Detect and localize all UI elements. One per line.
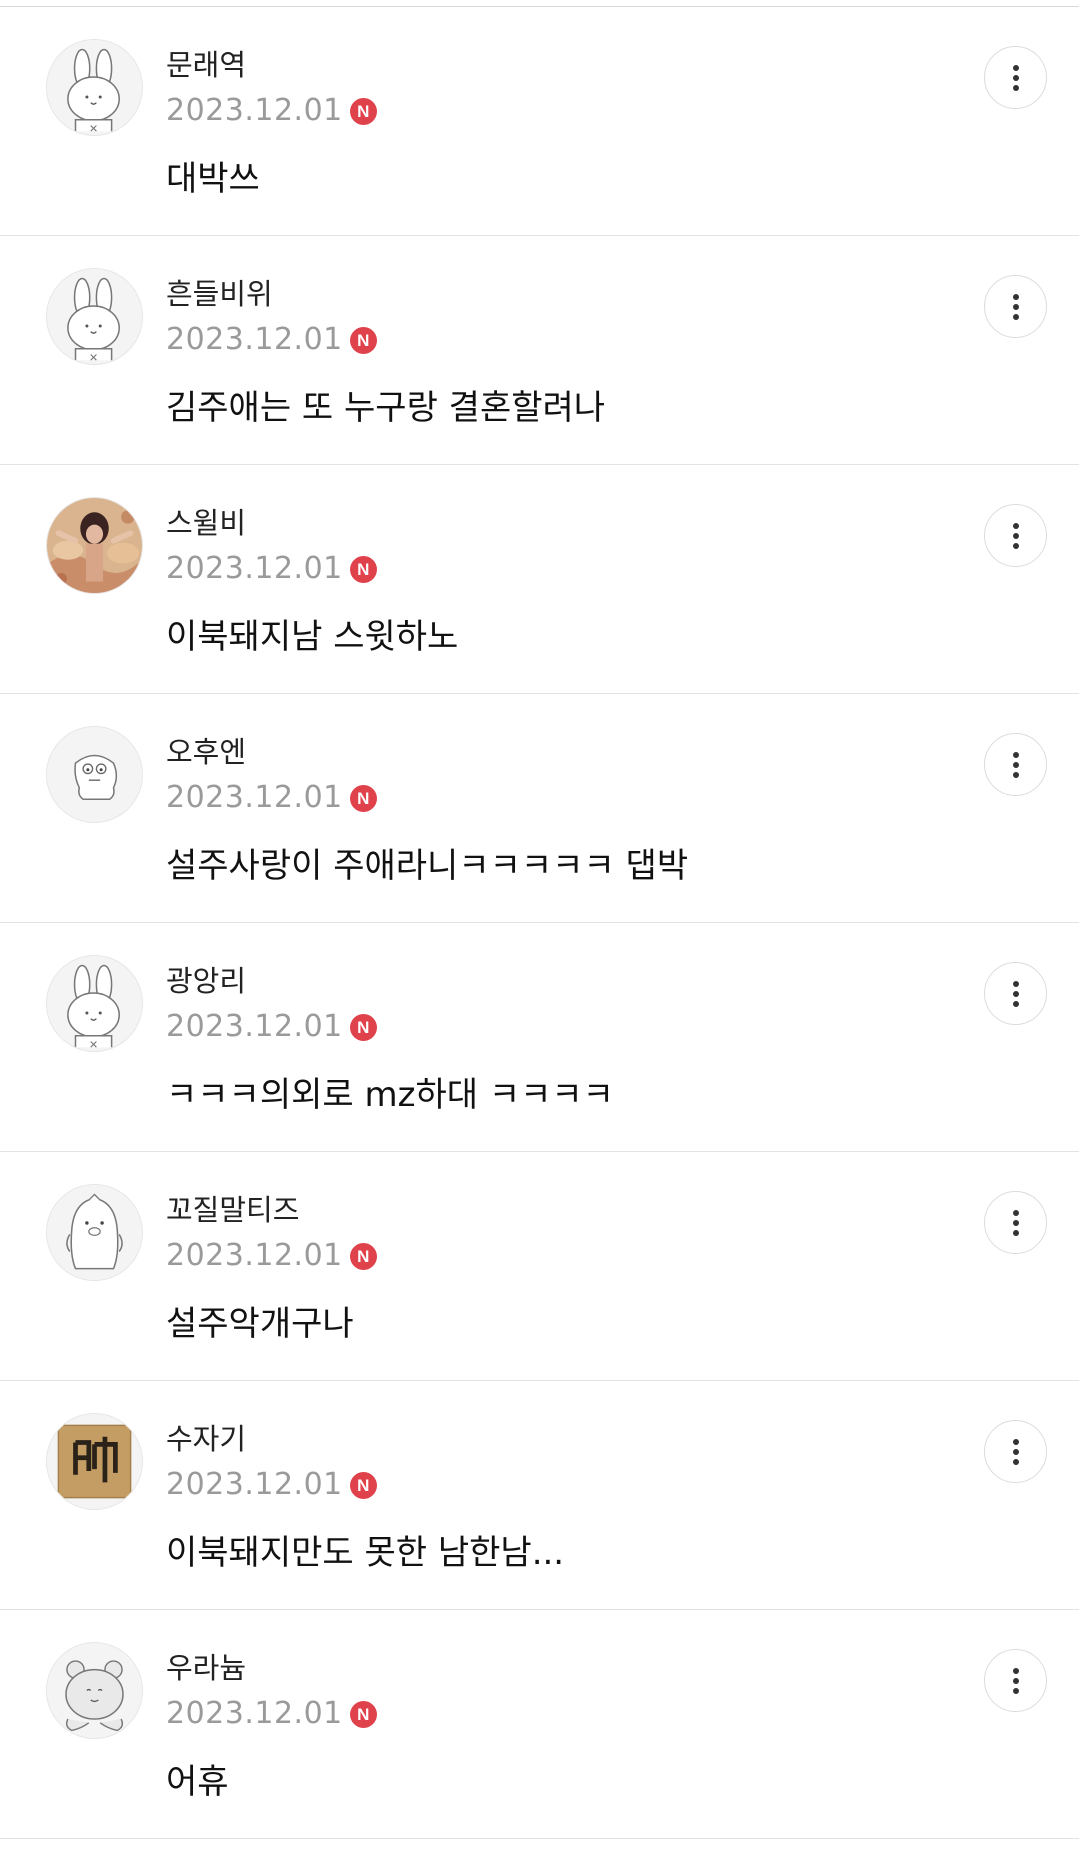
comment-list: 문래역 2023.12.01 N 대박쓰 흔들비위 2023.12.01 N 김…: [0, 6, 1079, 1872]
flag-avatar-icon[interactable]: [46, 1413, 143, 1510]
comment-item: 스윌비 2023.12.01 N 이북돼지남 스윗하노: [0, 465, 1079, 694]
comment-item: 꼬질말티즈 2023.12.01 N 설주악개구나: [0, 1152, 1079, 1381]
comment-meta: 2023.12.01 N: [166, 1467, 377, 1503]
comment-text: 어휴: [166, 1762, 229, 1802]
comment-item: 흔들비위 2023.12.01 N 김주애는 또 누구랑 결혼할려나: [0, 236, 1079, 465]
photo-avatar-icon[interactable]: [46, 497, 143, 594]
more-vertical-icon: [1012, 64, 1019, 91]
comment-date: 2023.12.01: [166, 322, 343, 357]
new-badge-icon: N: [349, 1013, 377, 1041]
more-vertical-icon: [1012, 293, 1019, 320]
new-badge-icon: N: [349, 1242, 377, 1270]
rabbit-avatar-icon[interactable]: [46, 268, 143, 365]
more-vertical-icon: [1012, 522, 1019, 549]
comment-text: 대박쓰: [166, 159, 260, 199]
rabbit-avatar-icon[interactable]: [46, 955, 143, 1052]
comment-item: 광앙리 2023.12.01 N ㅋㅋㅋ의외로 mz하대 ㅋㅋㅋㅋ: [0, 923, 1079, 1152]
more-vertical-icon: [1012, 1209, 1019, 1236]
comment-nickname[interactable]: 수자기: [166, 1421, 246, 1457]
comment-meta: 2023.12.01 N: [166, 551, 377, 587]
more-options-button[interactable]: [984, 46, 1047, 109]
new-badge-icon: N: [349, 1471, 377, 1499]
more-vertical-icon: [1012, 1438, 1019, 1465]
more-options-button[interactable]: [984, 962, 1047, 1025]
comment-nickname[interactable]: 꼬질말티즈: [166, 1192, 299, 1228]
bear-avatar-icon[interactable]: [46, 1642, 143, 1739]
new-badge-icon: N: [349, 784, 377, 812]
comment-date: 2023.12.01: [166, 1467, 343, 1502]
comment-meta: 2023.12.01 N: [166, 1238, 377, 1274]
new-badge-icon: N: [349, 97, 377, 125]
comment-date: 2023.12.01: [166, 780, 343, 815]
comment-meta: 2023.12.01 N: [166, 93, 377, 129]
comment-nickname[interactable]: 스윌비: [166, 505, 246, 541]
more-vertical-icon: [1012, 1667, 1019, 1694]
more-options-button[interactable]: [984, 1191, 1047, 1254]
comment-date: 2023.12.01: [166, 1238, 343, 1273]
blob-avatar-icon[interactable]: [46, 726, 143, 823]
comment-item: 수자기 2023.12.01 N 이북돼지만도 못한 남한남...: [0, 1381, 1079, 1610]
comment-nickname[interactable]: 오후엔: [166, 734, 246, 770]
more-options-button[interactable]: [984, 733, 1047, 796]
comment-meta: 2023.12.01 N: [166, 322, 377, 358]
comment-text: 설주악개구나: [166, 1304, 354, 1344]
new-badge-icon: N: [349, 1700, 377, 1728]
new-badge-icon: N: [349, 555, 377, 583]
comment-item: 오후엔 2023.12.01 N 설주사랑이 주애라니ㅋㅋㅋㅋㅋ 댑박: [0, 694, 1079, 923]
comment-text: ㅋㅋㅋ의외로 mz하대 ㅋㅋㅋㅋ: [166, 1075, 614, 1115]
rabbit-avatar-icon[interactable]: [46, 39, 143, 136]
more-options-button[interactable]: [984, 1649, 1047, 1712]
comment-date: 2023.12.01: [166, 93, 343, 128]
comment-text: 이북돼지남 스윗하노: [166, 617, 459, 657]
more-vertical-icon: [1012, 980, 1019, 1007]
comment-nickname[interactable]: 광앙리: [166, 963, 246, 999]
comment-text: 김주애는 또 누구랑 결혼할려나: [166, 388, 606, 428]
comment-date: 2023.12.01: [166, 1009, 343, 1044]
comment-date: 2023.12.01: [166, 1696, 343, 1731]
more-options-button[interactable]: [984, 1420, 1047, 1483]
new-badge-icon: N: [349, 326, 377, 354]
comment-nickname[interactable]: 우라늄: [166, 1650, 246, 1686]
comment-item: 우라늄 2023.12.01 N 어휴: [0, 1610, 1079, 1839]
comment-item: 문래역 2023.12.01 N 대박쓰: [0, 7, 1079, 236]
comment-text: 설주사랑이 주애라니ㅋㅋㅋㅋㅋ 댑박: [166, 846, 689, 886]
penguin-avatar-icon[interactable]: [46, 1184, 143, 1281]
comment-meta: 2023.12.01 N: [166, 1009, 377, 1045]
more-vertical-icon: [1012, 751, 1019, 778]
comment-date: 2023.12.01: [166, 551, 343, 586]
comment-nickname[interactable]: 문래역: [166, 47, 246, 83]
more-options-button[interactable]: [984, 275, 1047, 338]
comment-text: 이북돼지만도 못한 남한남...: [166, 1533, 565, 1573]
comment-meta: 2023.12.01 N: [166, 1696, 377, 1732]
comment-nickname[interactable]: 흔들비위: [166, 276, 273, 312]
more-options-button[interactable]: [984, 504, 1047, 567]
comment-meta: 2023.12.01 N: [166, 780, 377, 816]
